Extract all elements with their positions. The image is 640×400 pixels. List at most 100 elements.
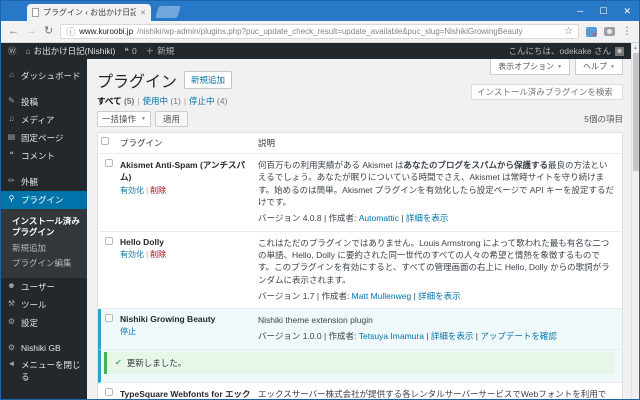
- plugin-description: Nishiki theme extension plugin: [258, 314, 614, 326]
- sidebar-item-users[interactable]: ☻ ユーザー: [1, 278, 87, 296]
- plugin-meta: バージョン 1.7 | 作成者: Matt Mullenweg | 詳細を表示: [258, 290, 614, 302]
- plugin-name-cell: TypeSquare Webfonts for エックスサーバー有効化|削除: [120, 383, 258, 399]
- extension-icon-2[interactable]: [604, 27, 615, 36]
- plugin-checkbox[interactable]: [105, 236, 113, 245]
- filter-count: (4): [216, 96, 228, 106]
- row-checkbox-cell: [101, 232, 120, 309]
- wp-admin-sidebar: ⌂ ダッシュボード ✎ 投稿 ♫ メディア ▤ 固定ページ ❝ コメント ✏ 外観 ⚲ プラグインインスト…: [1, 59, 88, 399]
- filter-active[interactable]: 使用中 (1): [143, 96, 181, 106]
- sidebar-item-dashboard[interactable]: ⌂ ダッシュボード: [1, 67, 87, 85]
- meta-link[interactable]: アップデートを確認: [480, 331, 557, 341]
- delete-link[interactable]: 削除: [150, 186, 166, 195]
- sidebar-item-label: 外観: [21, 177, 39, 187]
- maximize-button[interactable]: ☐: [599, 6, 607, 17]
- comments-menu[interactable]: ❝ 0: [124, 46, 136, 57]
- back-icon[interactable]: ←: [8, 26, 19, 37]
- sidebar-item-label: ユーザー: [21, 281, 55, 292]
- sidebar-item-nishiki[interactable]: ⚙ Nishiki GB: [1, 340, 87, 356]
- filter-separator: |: [183, 96, 187, 106]
- chrome-menu-icon[interactable]: ⋮: [622, 26, 632, 37]
- add-new-plugin-button[interactable]: 新規追加: [184, 71, 233, 89]
- submenu-item[interactable]: プラグイン編集: [1, 256, 87, 271]
- page-title: プラグイン: [97, 74, 178, 91]
- sidebar-item-appearance[interactable]: ✏ 外観: [1, 173, 87, 191]
- plugin-checkbox[interactable]: [105, 314, 113, 323]
- sidebar-item-label: ツール: [21, 299, 47, 310]
- sidebar-item-label: ダッシュボード: [21, 71, 81, 81]
- apply-button[interactable]: 適用: [154, 111, 188, 127]
- filter-all[interactable]: すべて (5): [97, 96, 134, 106]
- row-checkbox-cell: [101, 309, 120, 349]
- bookmark-star-icon[interactable]: ☆: [564, 26, 573, 37]
- screen-options-button[interactable]: 表示オプション ▼: [490, 59, 571, 75]
- sidebar-item-pages[interactable]: ▤ 固定ページ: [1, 129, 87, 147]
- sidebar-item-comments[interactable]: ❝ コメント: [1, 147, 87, 165]
- deactivate-link[interactable]: 停止: [120, 327, 136, 336]
- sidebar-item-label: Nishiki GB: [21, 342, 61, 353]
- plugin-name-cell: Akismet Anti-Spam (アンチスパム) 有効化 | 削除: [120, 154, 258, 231]
- dashboard-icon: ⌂: [9, 70, 14, 79]
- description-text: Nishiki theme extension plugin: [258, 315, 373, 326]
- sidebar-item-label: 設定: [21, 317, 39, 328]
- submenu-item[interactable]: インストール済みプラグイン: [1, 214, 87, 241]
- scroll-up-icon[interactable]: ▲: [632, 43, 639, 51]
- sidebar-item-settings[interactable]: ⚙ 設定: [1, 314, 87, 332]
- url-bar[interactable]: ⓘ www.kuroobi.jp /nishiki/wp-admin/plugi…: [60, 24, 579, 39]
- browser-tab[interactable]: プラグイン ‹ お出かけ日記(N ✕: [27, 4, 151, 21]
- column-header-description: 説明: [258, 138, 276, 148]
- wp-logo-icon[interactable]: Ⓦ: [8, 45, 17, 57]
- info-icon[interactable]: ⓘ: [66, 25, 75, 38]
- activate-link[interactable]: 有効化: [120, 186, 144, 195]
- plugin-checkbox[interactable]: [105, 159, 113, 167]
- plugin-name: Hello Dolly: [120, 236, 164, 247]
- tab-close-icon[interactable]: ✕: [140, 9, 146, 17]
- scrollbar-thumb[interactable]: [633, 53, 639, 171]
- greeting-text: こんにちは、odekake さん: [508, 46, 612, 56]
- sidebar-item-tools[interactable]: ⚒ ツール: [1, 296, 87, 314]
- new-tab-button[interactable]: [155, 6, 181, 18]
- delete-link[interactable]: 削除: [150, 250, 166, 259]
- meta-link[interactable]: Matt Mullenweg: [352, 291, 412, 301]
- description-text: 何百万もの利用実績がある Akismet は: [258, 160, 404, 170]
- appearance-icon: ✏: [8, 176, 15, 185]
- help-button[interactable]: ヘルプ ▼: [575, 59, 623, 75]
- bulk-action-select[interactable]: 一括操作 ▼: [97, 111, 151, 127]
- notice-text: 更新しました。: [126, 357, 187, 368]
- forward-icon[interactable]: →: [26, 26, 37, 37]
- meta-link[interactable]: 詳細を表示: [431, 331, 474, 341]
- meta-link[interactable]: Tetsuya Imamura: [359, 331, 424, 341]
- scrollbar[interactable]: ▲: [631, 43, 639, 399]
- plugin-checkbox[interactable]: [105, 387, 113, 396]
- update-notice-row: ✔ 更新しました。: [98, 349, 622, 383]
- minimize-button[interactable]: ─: [577, 6, 583, 16]
- account-menu[interactable]: こんにちは、odekake さん ☻: [508, 45, 624, 57]
- meta-text: バージョン 1.7 | 作成者:: [258, 290, 352, 301]
- sidebar-item-posts[interactable]: ✎ 投稿: [1, 93, 87, 111]
- search-installed-plugins-input[interactable]: [471, 84, 623, 100]
- sidebar-item-media[interactable]: ♫ メディア: [1, 111, 87, 129]
- extension-icon-1[interactable]: [586, 26, 597, 37]
- filter-label: すべて: [97, 96, 124, 106]
- new-content-menu[interactable]: ＋ 新規: [146, 45, 175, 57]
- browser-titlebar: プラグイン ‹ お出かけ日記(N ✕ ─ ☐ ✕: [1, 1, 639, 21]
- plugin-meta: バージョン 4.0.8 | 作成者: Automattic | 詳細を表示: [258, 212, 614, 224]
- meta-link[interactable]: 詳細を表示: [418, 291, 461, 301]
- nishiki-icon: ⚙: [7, 342, 16, 352]
- reload-icon[interactable]: ↻: [44, 26, 53, 37]
- site-menu[interactable]: ⌂ お出かけ日記(Nishiki): [26, 45, 116, 57]
- activate-link[interactable]: 有効化: [120, 250, 144, 259]
- filter-count: (5): [123, 96, 135, 106]
- close-button[interactable]: ✕: [623, 6, 631, 17]
- meta-link[interactable]: 詳細を表示: [406, 213, 449, 223]
- sidebar-item-plugins[interactable]: ⚲ プラグイン: [1, 191, 88, 209]
- select-all-checkbox[interactable]: [101, 137, 109, 145]
- submenu-item[interactable]: 新規追加: [1, 241, 87, 256]
- filter-inactive[interactable]: 停止中 (4): [189, 96, 227, 106]
- sidebar-item-collapse[interactable]: ◄ メニューを閉じる: [1, 356, 87, 386]
- meta-link[interactable]: Automattic: [359, 213, 399, 223]
- chevron-down-icon: ▼: [557, 63, 563, 70]
- tab-title: プラグイン ‹ お出かけ日記(N: [43, 8, 136, 17]
- meta-text: バージョン 1.0.0 | 作成者:: [258, 331, 359, 342]
- plugin-name-cell: Nishiki Growing Beauty 停止: [120, 309, 258, 349]
- site-name: お出かけ日記(Nishiki): [33, 46, 116, 56]
